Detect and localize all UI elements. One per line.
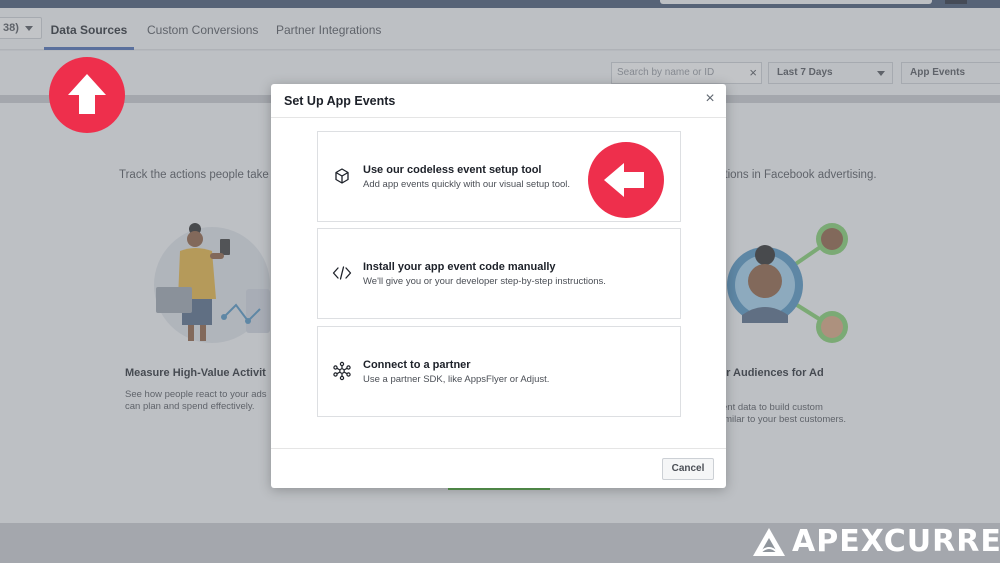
option-description: Use a partner SDK, like AppsFlyer or Adj… bbox=[363, 374, 550, 385]
apex-logo-icon bbox=[753, 528, 785, 556]
option-title: Install your app event code manually bbox=[363, 261, 556, 273]
option-description: We'll give you or your developer step-by… bbox=[363, 276, 606, 287]
network-icon bbox=[333, 361, 351, 381]
annotation-up-arrow bbox=[49, 57, 125, 133]
option-manual-code[interactable]: Install your app event code manually We'… bbox=[317, 228, 681, 319]
left-arrow-icon bbox=[604, 163, 644, 197]
option-connect-partner[interactable]: Connect to a partner Use a partner SDK, … bbox=[317, 326, 681, 417]
cancel-button[interactable]: Cancel bbox=[662, 458, 714, 480]
watermark: APEXCURRENT bbox=[752, 524, 1000, 560]
dialog-footer: Cancel bbox=[271, 448, 726, 488]
dialog-title: Set Up App Events bbox=[284, 94, 396, 108]
option-description: Add app events quickly with our visual s… bbox=[363, 179, 571, 190]
close-icon[interactable]: × bbox=[703, 91, 717, 107]
brand-wordmark: APEXCURRENT bbox=[792, 524, 1000, 559]
code-icon bbox=[332, 266, 352, 280]
annotation-left-arrow bbox=[588, 142, 664, 218]
option-title: Connect to a partner bbox=[363, 359, 471, 371]
cube-icon bbox=[335, 168, 349, 184]
option-title: Use our codeless event setup tool bbox=[363, 164, 542, 176]
dialog-header: Set Up App Events × bbox=[271, 84, 726, 118]
up-arrow-icon bbox=[68, 74, 106, 114]
